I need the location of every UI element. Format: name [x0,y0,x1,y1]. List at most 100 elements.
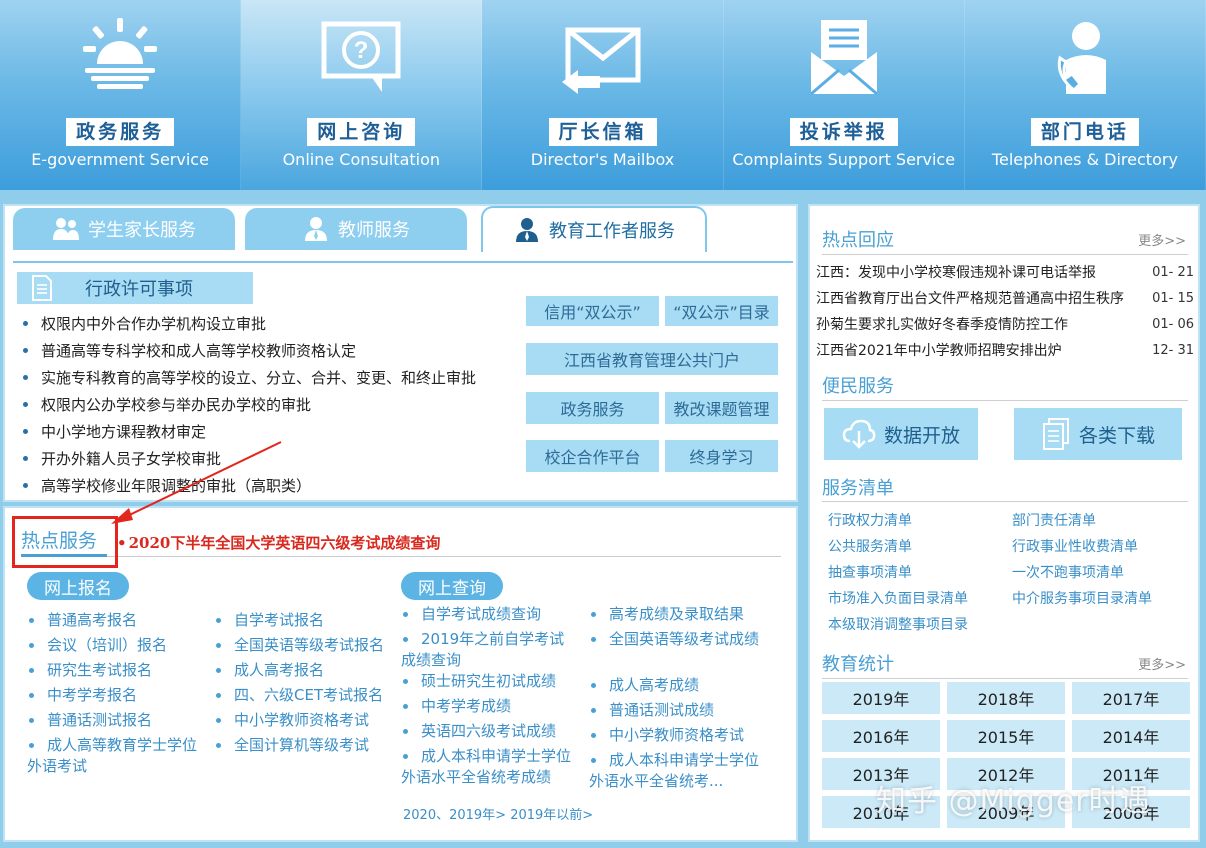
service-link[interactable]: 本级取消调整事项目录 [828,614,968,634]
tab-teacher[interactable]: 教师服务 [245,208,467,250]
list-item[interactable]: 权限内中外合作办学机构设立审批 [23,310,476,337]
edu-portal-button[interactable]: 江西省教育管理公共门户 [526,343,778,375]
list-item[interactable]: 成人高考报名 [214,660,404,685]
data-open-button[interactable]: 数据开放 [824,408,978,460]
nav-director-mailbox[interactable]: 厅长信箱 Director's Mailbox [482,0,724,190]
list-item[interactable]: 全国英语等级考试成绩 [589,629,789,654]
item-line: 成人本科申请学士学位 [609,751,760,769]
news-divider [822,254,1188,255]
tab-educator[interactable]: 教育工作者服务 [481,206,707,252]
query-years-link[interactable]: 2020、2019年> 2019年以前> [403,804,593,823]
service-link[interactable]: 中介服务事项目录清单 [1012,588,1152,608]
nav-online-consultation[interactable]: ? 网上咨询 Online Consultation [241,0,483,190]
list-item[interactable]: 普通高等专科学校和成人高等学校教师资格认定 [23,337,476,364]
list-item[interactable]: 成人高等教育学士学位 外语考试 [27,735,217,777]
list-item[interactable]: 高等学校修业年限调整的审批（高职类） [23,472,476,499]
list-item[interactable]: 高考成绩及录取结果 [589,604,789,629]
news-item[interactable]: 江西省2021年中小学教师招聘安排出炉 12- 31 [816,338,1194,364]
list-item[interactable]: 实施专科教育的高等学校的设立、分立、合并、变更、和终止审批 [23,364,476,391]
list-item[interactable]: 中小学地方课程教材审定 [23,418,476,445]
educator-icon [516,218,538,242]
item-line: 成绩查询 [401,651,462,669]
news-more-link[interactable]: 更多>> [1138,230,1186,249]
query-list-1: 自学考试成绩查询 2019年之前自学考试成绩查询 硕士研究生初试成绩 中考学考成… [401,604,585,788]
item-line: 成人高等教育学士学位 [47,736,198,754]
service-link[interactable]: 市场准入负面目录清单 [828,588,968,608]
download-button[interactable]: 各类下载 [1014,408,1182,460]
nav-complaints[interactable]: 投诉举报 Complaints Support Service [723,0,965,190]
service-link[interactable]: 部门责任清单 [1012,510,1096,530]
service-list-divider [822,501,1188,502]
nav-title-cn: 政务服务 [66,118,175,146]
reform-project-button[interactable]: 教改课题管理 [665,392,778,424]
lifelong-learning-button[interactable]: 终身学习 [665,440,778,472]
parents-icon [53,218,79,240]
list-item[interactable]: 四、六级CET考试报名 [214,685,404,710]
service-link[interactable]: 行政事业性收费清单 [1012,536,1138,556]
list-item[interactable]: 硕士研究生初试成绩 [401,671,585,696]
news-item-title: 江西省2021年中小学教师招聘安排出炉 [816,343,1062,359]
publicity-catalog-button[interactable]: “双公示”目录 [665,296,778,326]
svg-text:?: ? [354,37,369,64]
hot-divider [21,556,781,557]
nav-telephones[interactable]: 部门电话 Telephones & Directory [964,0,1206,190]
nav-title-en: Telephones & Directory [991,150,1178,169]
services-panel: 学生家长服务 教师服务 教育工作者服务 行政许可事项 权限内中外合作办学机构设立… [3,204,798,502]
list-item[interactable]: 英语四六级考试成绩 [401,721,585,746]
list-item[interactable]: 中考学考成绩 [401,696,585,721]
credit-publicity-button[interactable]: 信用“双公示” [526,296,659,326]
school-enterprise-button[interactable]: 校企合作平台 [526,440,659,472]
news-item[interactable]: 江西省教育厅出台文件严格规范普通高中招生秩序 01- 15 [816,286,1194,312]
news-item-date: 01- 21 [1152,265,1194,280]
gov-service-button[interactable]: 政务服务 [526,392,659,424]
list-item[interactable]: 自学考试报名 [214,610,404,635]
news-item[interactable]: 孙菊生要求扎实做好冬春季疫情防控工作 01- 06 [816,312,1194,338]
data-open-label: 数据开放 [883,424,960,447]
list-item[interactable]: 普通高考报名 [27,610,217,635]
convenience-title: 便民服务 [822,376,894,397]
list-item[interactable]: 成人本科申请学士学位 外语水平全省统考... [589,750,789,792]
service-link[interactable]: 一次不跑事项清单 [1012,562,1124,582]
list-item[interactable]: 全国英语等级考试报名 [214,635,404,660]
list-item[interactable]: 成人本科申请学士学位 外语水平全省统考成绩 [401,746,585,788]
list-item[interactable]: 自学考试成绩查询 [401,604,585,629]
list-item[interactable]: 中小学教师资格考试 [214,710,404,735]
tab-student-parent[interactable]: 学生家长服务 [13,208,235,250]
item-line: 2019年之前自学考试 [421,630,565,648]
list-item[interactable]: 权限内公办学校参与举办民办学校的审批 [23,391,476,418]
hot-services-panel: 热点服务 2020下半年全国大学英语四六级考试成绩查询 网上报名 普通高考报名 … [3,441,798,842]
list-item[interactable]: 会议（培训）报名 [27,635,217,660]
list-item[interactable]: 普通话测试报名 [27,710,217,735]
list-item[interactable]: 2019年之前自学考试成绩查询 [401,629,585,671]
year-button[interactable]: 2017年 [1072,682,1190,714]
news-item[interactable]: 江西：发现中小学校寒假违规补课可电话举报 01- 21 [816,260,1194,286]
service-link[interactable]: 抽查事项清单 [828,562,912,582]
sunrise-icon [83,18,158,89]
stats-more-link[interactable]: 更多>> [1138,654,1186,673]
year-button[interactable]: 2019年 [822,682,940,714]
year-button[interactable]: 2018年 [947,682,1065,714]
list-item[interactable]: 普通话测试成绩 [589,700,789,725]
year-button[interactable]: 2015年 [947,720,1065,752]
service-link[interactable]: 行政权力清单 [828,510,912,530]
online-query-pill: 网上查询 [401,572,503,600]
complaint-mail-icon [809,20,878,96]
list-item[interactable]: 研究生考试报名 [27,660,217,685]
nav-egov-service[interactable]: 政务服务 E-government Service [0,0,242,190]
documents-icon [1042,418,1069,450]
year-button[interactable]: 2014年 [1072,720,1190,752]
year-button[interactable]: 2016年 [822,720,940,752]
service-list-title: 服务清单 [822,478,894,499]
list-item[interactable]: 成人高考成绩 [589,675,789,700]
service-link[interactable]: 公共服务清单 [828,536,912,556]
cet-score-link[interactable]: 2020下半年全国大学英语四六级考试成绩查询 [117,532,441,553]
list-item[interactable]: 中考学考报名 [27,685,217,710]
news-item-date: 01- 06 [1152,317,1194,332]
list-item[interactable]: 全国计算机等级考试 [214,735,404,760]
stats-title: 教育统计 [822,654,894,675]
highlight-box [12,516,118,568]
list-item[interactable]: 中小学教师资格考试 [589,725,789,750]
list-item[interactable]: 开办外籍人员子女学校审批 [23,445,476,472]
signup-list-2: 自学考试报名 全国英语等级考试报名 成人高考报名 四、六级CET考试报名 中小学… [214,610,404,760]
nav-title-en: Online Consultation [282,150,441,169]
